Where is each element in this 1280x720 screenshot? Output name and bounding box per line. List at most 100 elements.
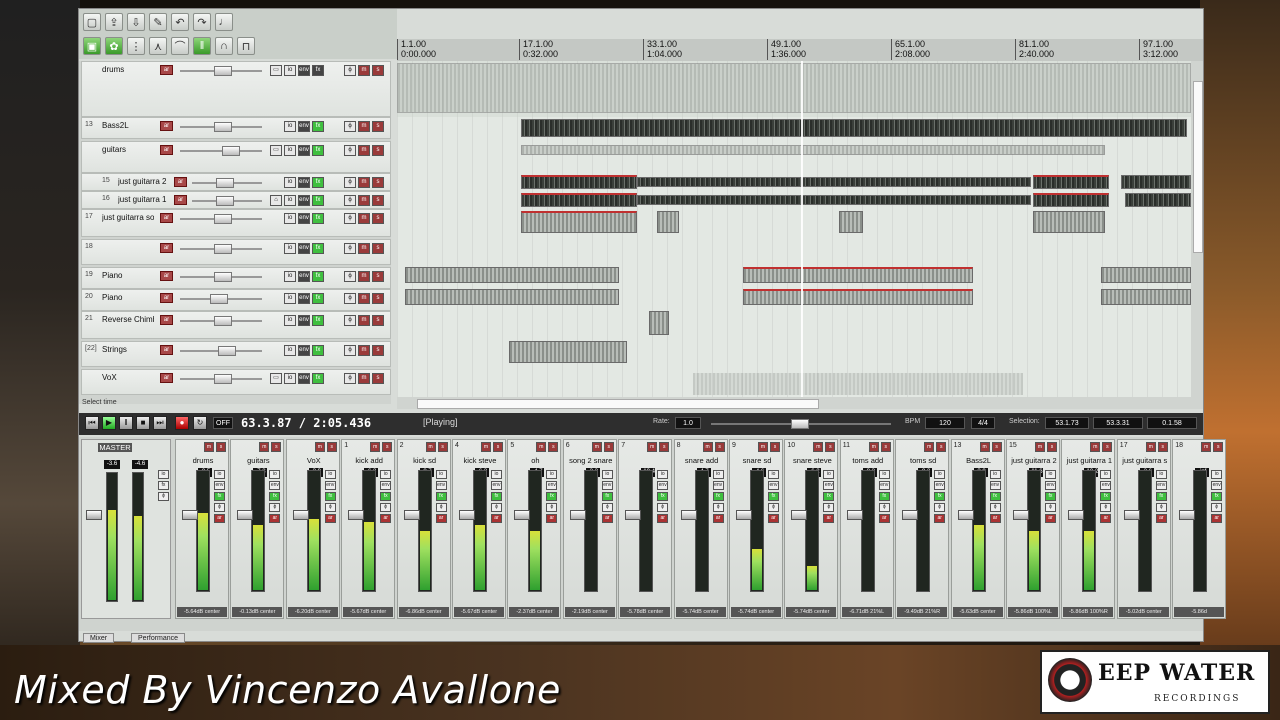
io-button[interactable]: io — [878, 470, 890, 479]
envelope-button[interactable]: env — [546, 481, 558, 490]
solo-button[interactable]: s — [326, 442, 337, 452]
record-arm-button[interactable]: ar — [160, 315, 173, 325]
record-arm-button[interactable]: ar — [601, 514, 613, 523]
volume-knob[interactable] — [216, 178, 234, 188]
io-button[interactable]: io — [768, 470, 779, 479]
phase-button[interactable]: ϕ — [1211, 503, 1223, 512]
scroll-thumb[interactable] — [1193, 81, 1203, 253]
folder-icon[interactable]: ▭ — [270, 373, 282, 384]
time-signature[interactable]: 4/4 — [971, 417, 995, 429]
io-button[interactable]: io — [158, 470, 169, 479]
fx-button[interactable]: fx — [269, 492, 281, 501]
io-button[interactable]: io — [284, 243, 296, 254]
volume-fader[interactable] — [846, 510, 863, 520]
io-button[interactable]: io — [823, 470, 835, 479]
phase-button[interactable]: ϕ — [344, 373, 356, 384]
volume-fader[interactable] — [403, 510, 420, 520]
scroll-thumb[interactable] — [417, 399, 819, 409]
selection-end[interactable]: 53.3.31 — [1093, 417, 1143, 429]
channel-name[interactable]: VoX — [289, 456, 339, 465]
fx-button[interactable]: fx — [491, 492, 502, 501]
io-button[interactable]: io — [284, 121, 296, 132]
volume-fader[interactable] — [791, 510, 808, 520]
mute-button[interactable]: m — [358, 243, 370, 254]
channel-name[interactable]: guitars — [233, 456, 283, 465]
solo-button[interactable]: s — [372, 213, 384, 224]
fx-button[interactable]: fx — [435, 492, 447, 501]
fx-button[interactable]: fx — [601, 492, 613, 501]
mute-button[interactable]: m — [358, 145, 370, 156]
channel-name[interactable]: Bass2L — [954, 456, 1004, 465]
mute-button[interactable]: m — [591, 442, 602, 452]
folder-icon[interactable]: ▭ — [270, 65, 282, 76]
mute-button[interactable]: m — [358, 373, 370, 384]
volume-slider[interactable] — [192, 178, 262, 188]
media-item[interactable] — [509, 341, 627, 363]
media-item[interactable] — [1033, 211, 1105, 233]
envelope-button[interactable]: env — [657, 481, 669, 490]
volume-fader[interactable] — [902, 510, 919, 520]
volume-fader[interactable] — [680, 510, 697, 520]
media-item[interactable] — [743, 267, 973, 283]
media-item[interactable] — [1101, 289, 1191, 305]
save-project-icon[interactable]: ⇩ — [127, 13, 145, 31]
fx-button[interactable]: fx — [989, 492, 1001, 501]
channel-name[interactable]: oh — [510, 456, 560, 465]
stop-icon[interactable]: ■ — [136, 416, 150, 430]
volume-slider[interactable] — [180, 346, 262, 356]
track-name[interactable]: Bass2L — [102, 121, 154, 133]
io-button[interactable]: io — [601, 470, 613, 479]
fx-button[interactable]: fx — [158, 481, 169, 490]
envelope-button[interactable]: env — [380, 481, 392, 490]
horizontal-scrollbar[interactable] — [397, 397, 1203, 409]
mute-button[interactable]: m — [481, 442, 491, 452]
io-button[interactable]: io — [380, 470, 392, 479]
fx-button[interactable]: fx — [312, 271, 324, 282]
track-name[interactable] — [102, 243, 154, 255]
volume-slider[interactable] — [180, 122, 262, 132]
tab-performance[interactable]: Performance — [131, 633, 186, 643]
fx-button[interactable]: fx — [312, 177, 324, 188]
volume-fader[interactable] — [957, 510, 974, 520]
volume-fader[interactable] — [569, 510, 586, 520]
phase-button[interactable]: ϕ — [344, 293, 356, 304]
fx-button[interactable]: fx — [312, 373, 324, 384]
envelope-button[interactable]: env — [1100, 481, 1112, 490]
rate-knob[interactable] — [791, 419, 809, 429]
phase-button[interactable]: ϕ — [989, 503, 1001, 512]
envelope-icon[interactable]: ⋏ — [149, 37, 167, 55]
volume-slider[interactable] — [180, 294, 262, 304]
track-name[interactable]: Piano — [102, 293, 154, 305]
phase-button[interactable]: ϕ — [601, 503, 613, 512]
io-button[interactable]: io — [435, 470, 447, 479]
selection-start[interactable]: 53.1.73 — [1045, 417, 1089, 429]
io-button[interactable]: io — [1155, 470, 1167, 479]
track-bass2l[interactable]: 13 Bass2L ar io env fx ϕ m s — [81, 117, 391, 139]
fx-button[interactable]: fx — [312, 213, 324, 224]
volume-fader[interactable] — [348, 510, 365, 520]
mute-button[interactable]: m — [358, 177, 370, 188]
fx-button[interactable]: fx — [546, 492, 558, 501]
record-arm-button[interactable]: ar — [1211, 514, 1223, 523]
mute-button[interactable]: m — [259, 442, 270, 452]
solo-button[interactable]: s — [1102, 442, 1113, 452]
channel-name[interactable]: drums — [178, 456, 228, 465]
channel-name[interactable]: snare sd — [732, 456, 782, 465]
solo-button[interactable]: s — [659, 442, 670, 452]
mute-button[interactable]: m — [358, 345, 370, 356]
volume-knob[interactable] — [214, 214, 232, 224]
record-arm-button[interactable]: ar — [160, 213, 173, 223]
fx-button[interactable]: fx — [312, 315, 324, 326]
envelope-button[interactable]: env — [298, 373, 310, 384]
phase-button[interactable]: ϕ — [344, 271, 356, 282]
redo-icon[interactable]: ↷ — [193, 13, 211, 31]
envelope-button[interactable]: env — [298, 121, 310, 132]
solo-button[interactable]: s — [372, 293, 384, 304]
channel-name[interactable]: kick add — [344, 456, 394, 465]
volume-slider[interactable] — [180, 316, 262, 326]
rate-slider[interactable] — [711, 419, 891, 429]
fx-button[interactable]: fx — [1211, 492, 1223, 501]
phase-button[interactable]: ϕ — [934, 503, 946, 512]
record-arm-button[interactable]: ar — [174, 195, 187, 205]
volume-fader[interactable] — [736, 510, 752, 520]
